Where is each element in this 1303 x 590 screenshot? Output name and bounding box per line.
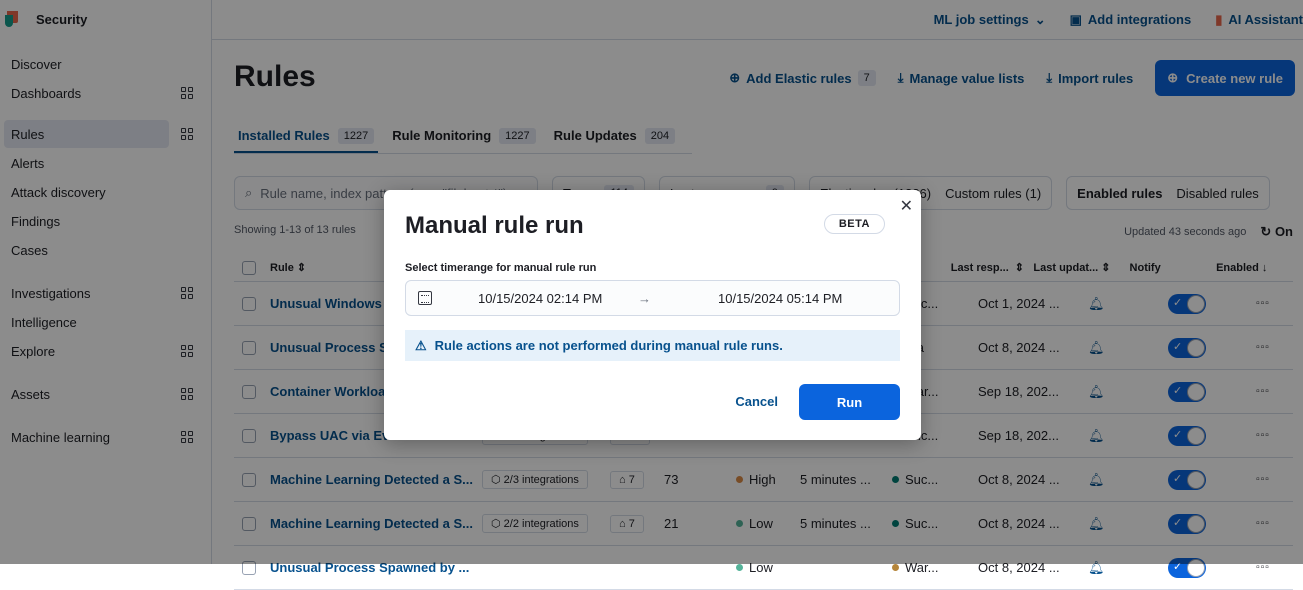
cancel-button[interactable]: Cancel <box>735 394 778 409</box>
arrow-right-icon: → <box>638 290 651 306</box>
warning-icon: ⚠ <box>415 337 427 353</box>
status-dot <box>892 564 899 571</box>
severity-dot <box>736 564 743 571</box>
manual-rule-run-modal: ✕ Manual rule run BETA Select timerange … <box>384 190 921 440</box>
info-callout: ⚠ Rule actions are not performed during … <box>405 330 900 361</box>
beta-badge: BETA <box>823 214 885 234</box>
start-date-input[interactable]: 10/15/2024 02:14 PM <box>478 291 638 306</box>
close-icon[interactable]: ✕ <box>900 196 913 216</box>
end-date-input[interactable]: 10/15/2024 05:14 PM <box>718 291 842 306</box>
timerange-label: Select timerange for manual rule run <box>405 262 597 274</box>
date-range-picker: 10/15/2024 02:14 PM → 10/15/2024 05:14 P… <box>405 280 900 316</box>
callout-text: Rule actions are not performed during ma… <box>434 338 783 353</box>
modal-title: Manual rule run <box>405 212 584 239</box>
run-button[interactable]: Run <box>799 384 900 420</box>
calendar-icon <box>418 291 432 305</box>
